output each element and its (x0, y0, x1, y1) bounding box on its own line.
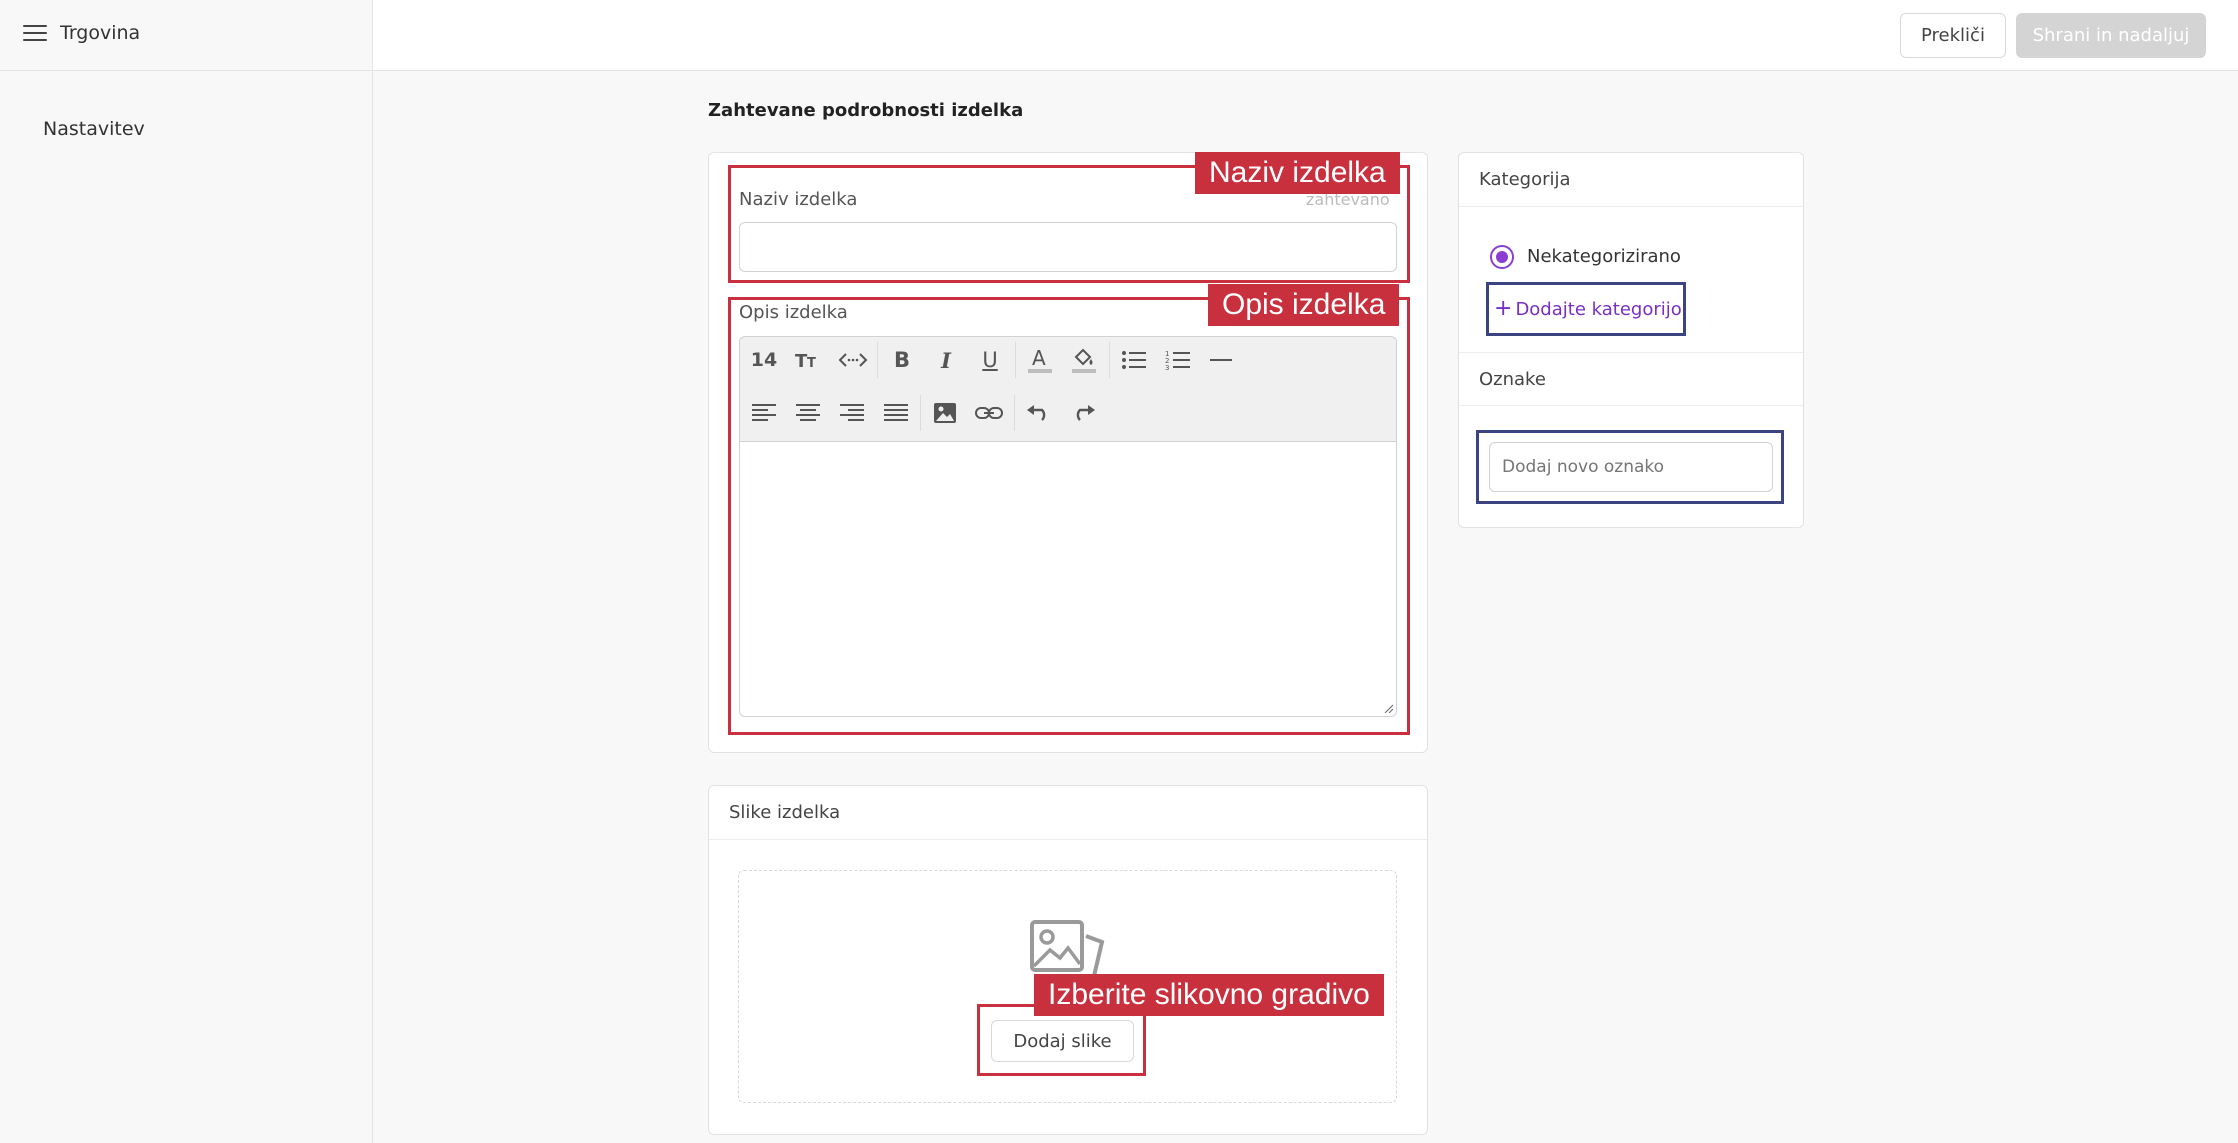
section-title: Zahtevane podrobnosti izdelka (708, 100, 1024, 121)
category-title: Kategorija (1479, 169, 1571, 190)
sidebar: Nastavitev (0, 71, 373, 1143)
category-radio-label: Nekategorizirano (1527, 246, 1681, 267)
save-and-continue-button[interactable]: Shrani in nadaljuj (2016, 13, 2206, 58)
annotation-box-tags (1476, 430, 1784, 504)
annotation-box-add-category (1486, 282, 1686, 336)
tags-title: Oznake (1479, 369, 1546, 390)
card-header: Kategorija (1459, 153, 1803, 207)
card-header: Slike izdelka (709, 786, 1427, 840)
annotation-tag-images: Izberite slikovno gradivo (1034, 974, 1384, 1016)
annotation-tag-name: Naziv izdelka (1195, 152, 1400, 194)
sidebar-item-settings[interactable]: Nastavitev (43, 118, 145, 140)
product-images-title: Slike izdelka (729, 802, 841, 823)
category-radio[interactable] (1490, 245, 1514, 269)
annotation-box-description (728, 297, 1410, 735)
cancel-button[interactable]: Prekliči (1900, 13, 2006, 58)
app-title: Trgovina (60, 22, 141, 44)
hamburger-menu-icon[interactable] (23, 25, 47, 43)
annotation-tag-description: Opis izdelka (1208, 284, 1400, 326)
card-header: Oznake (1459, 352, 1803, 406)
top-bar: Trgovina Prekliči Shrani in nadaljuj (0, 0, 2238, 71)
top-bar-brand: Trgovina (0, 0, 373, 70)
